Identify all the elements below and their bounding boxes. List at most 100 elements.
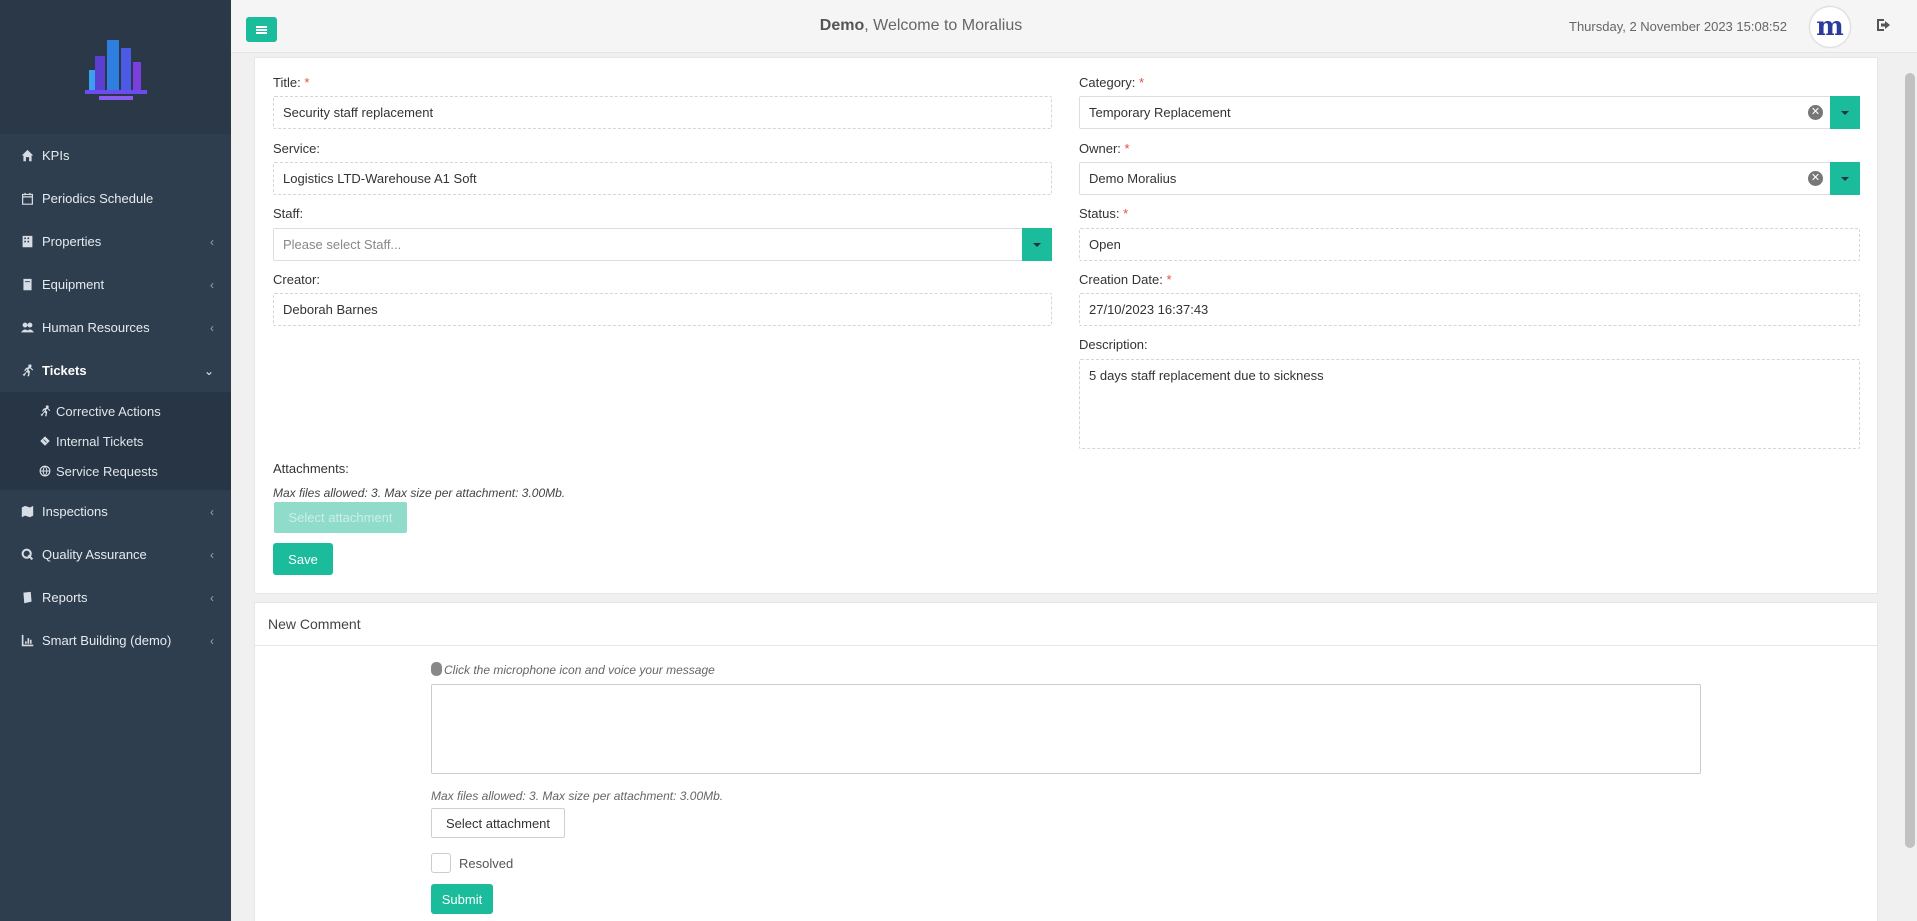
category-dropdown-button[interactable]	[1830, 96, 1860, 129]
staff-placeholder: Please select Staff...	[283, 237, 402, 252]
owner-dropdown-button[interactable]	[1830, 162, 1860, 195]
topbar: Demo, Welcome to Moralius Thursday, 2 No…	[231, 0, 1917, 53]
chart-icon	[20, 634, 34, 648]
status-label-text: Status:	[1079, 206, 1120, 221]
clear-owner-icon[interactable]: ✕	[1808, 171, 1823, 186]
category-label: Category: *	[1079, 75, 1144, 90]
staff-dropdown-button[interactable]	[1022, 228, 1052, 261]
voice-hint: Click the microphone icon and voice your…	[431, 662, 715, 677]
sidebar-item-quality-assurance[interactable]: Quality Assurance ‹	[0, 533, 231, 576]
creation-date-label-text: Creation Date:	[1079, 272, 1163, 287]
attachments-label: Attachments:	[273, 461, 349, 476]
sidebar-item-label: Periodics Schedule	[42, 191, 154, 206]
required-mark: *	[1166, 272, 1172, 287]
staff-select[interactable]: Please select Staff...	[273, 228, 1052, 261]
book-icon	[20, 278, 34, 292]
welcome-user: Demo	[819, 17, 865, 34]
service-input[interactable]: Logistics LTD-Warehouse A1 Soft	[273, 162, 1052, 195]
service-label: Service:	[273, 141, 320, 156]
attachments-hint: Max files allowed: 3. Max size per attac…	[273, 486, 566, 500]
running-icon	[38, 404, 52, 418]
staff-label: Staff:	[273, 206, 304, 221]
comment-textarea[interactable]	[431, 684, 1701, 774]
creator-input[interactable]: Deborah Barnes	[273, 293, 1052, 326]
select-attachment-button-disabled[interactable]: Select attachment	[274, 502, 407, 533]
new-comment-panel: New Comment Click the microphone icon an…	[254, 602, 1878, 921]
sidebar-nav-lower: Inspections ‹ Quality Assurance ‹ Report…	[0, 490, 231, 662]
description-value: 5 days staff replacement due to sickness	[1089, 368, 1324, 383]
sidebar-item-service-requests[interactable]: Service Requests	[0, 456, 231, 486]
comment-select-attachment-button[interactable]: Select attachment	[431, 808, 565, 838]
sidebar-item-label: Quality Assurance	[42, 547, 147, 562]
status-label: Status: *	[1079, 206, 1128, 221]
owner-label: Owner: *	[1079, 141, 1130, 156]
category-select[interactable]: Temporary Replacement ✕	[1079, 96, 1860, 129]
title-label-text: Title:	[273, 75, 301, 90]
sidebar-item-corrective-actions[interactable]: Corrective Actions	[0, 396, 231, 426]
current-datetime: Thursday, 2 November 2023 15:08:52	[1569, 19, 1788, 34]
home-icon	[20, 149, 34, 163]
category-label-text: Category:	[1079, 75, 1136, 90]
creation-date-input[interactable]: 27/10/2023 16:37:43	[1079, 293, 1860, 326]
sidebar-item-label: Reports	[42, 590, 88, 605]
submit-button[interactable]: Submit	[431, 884, 493, 914]
chevron-left-icon: ‹	[210, 277, 214, 292]
sidebar-nav: KPIs Periodics Schedule Properties ‹ Equ…	[0, 134, 231, 392]
ticket-form-panel: Title: * Security staff replacement Serv…	[254, 57, 1878, 594]
sidebar-item-periodics-schedule[interactable]: Periodics Schedule	[0, 177, 231, 220]
sidebar-item-smart-building[interactable]: Smart Building (demo) ‹	[0, 619, 231, 662]
page-scrollbar[interactable]	[1902, 53, 1917, 921]
sidebar-subitem-label: Internal Tickets	[56, 433, 144, 449]
running-icon	[20, 364, 34, 378]
microphone-icon[interactable]	[431, 662, 442, 676]
scrollbar-thumb[interactable]	[1905, 73, 1915, 848]
description-label: Description:	[1079, 337, 1148, 352]
welcome-text: , Welcome to Moralius	[864, 17, 1023, 34]
chevron-left-icon: ‹	[210, 320, 214, 335]
globe-icon	[38, 464, 52, 478]
sidebar-item-reports[interactable]: Reports ‹	[0, 576, 231, 619]
sidebar: KPIs Periodics Schedule Properties ‹ Equ…	[0, 0, 231, 921]
sidebar-item-equipment[interactable]: Equipment ‹	[0, 263, 231, 306]
map-icon	[20, 505, 34, 519]
users-icon	[20, 321, 34, 335]
sidebar-item-label: Properties	[42, 234, 102, 249]
status-input[interactable]: Open	[1079, 228, 1860, 261]
resolved-checkbox[interactable]	[431, 853, 451, 873]
sidebar-item-label: Tickets	[42, 363, 87, 378]
calendar-icon	[20, 192, 34, 206]
sidebar-item-properties[interactable]: Properties ‹	[0, 220, 231, 263]
sidebar-subitem-label: Corrective Actions	[56, 403, 161, 419]
description-textarea[interactable]: 5 days staff replacement due to sickness	[1079, 359, 1860, 449]
owner-label-text: Owner:	[1079, 141, 1121, 156]
logout-icon[interactable]	[1876, 17, 1892, 33]
owner-select[interactable]: Demo Moralius ✕	[1079, 162, 1860, 195]
creation-date-label: Creation Date: *	[1079, 272, 1172, 287]
sidebar-item-label: Smart Building (demo)	[42, 633, 172, 648]
comment-attachments-hint: Max files allowed: 3. Max size per attac…	[431, 789, 724, 803]
sidebar-item-tickets[interactable]: Tickets ⌄	[0, 349, 231, 392]
avatar[interactable]: m	[1810, 7, 1850, 47]
chevron-left-icon: ‹	[210, 234, 214, 249]
owner-value: Demo Moralius	[1089, 171, 1177, 186]
sidebar-item-human-resources[interactable]: Human Resources ‹	[0, 306, 231, 349]
chevron-left-icon: ‹	[210, 547, 214, 562]
service-value: Logistics LTD-Warehouse A1 Soft	[283, 171, 477, 186]
sidebar-item-label: Human Resources	[42, 320, 150, 335]
category-value: Temporary Replacement	[1089, 105, 1231, 120]
creator-value: Deborah Barnes	[283, 302, 378, 317]
sidebar-item-internal-tickets[interactable]: Internal Tickets	[0, 426, 231, 456]
welcome-message: Demo, Welcome to Moralius	[231, 17, 1611, 35]
required-mark: *	[1123, 206, 1129, 221]
sidebar-item-label: Equipment	[42, 277, 105, 292]
ticket-icon	[38, 434, 52, 448]
sidebar-subitem-label: Service Requests	[56, 463, 158, 479]
q-icon	[20, 548, 34, 562]
save-button[interactable]: Save	[273, 543, 333, 575]
sidebar-logo[interactable]	[0, 0, 231, 134]
sidebar-item-label: Inspections	[42, 504, 108, 519]
sidebar-item-inspections[interactable]: Inspections ‹	[0, 490, 231, 533]
clear-category-icon[interactable]: ✕	[1808, 105, 1823, 120]
title-input[interactable]: Security staff replacement	[273, 96, 1052, 129]
sidebar-item-kpis[interactable]: KPIs	[0, 134, 231, 177]
